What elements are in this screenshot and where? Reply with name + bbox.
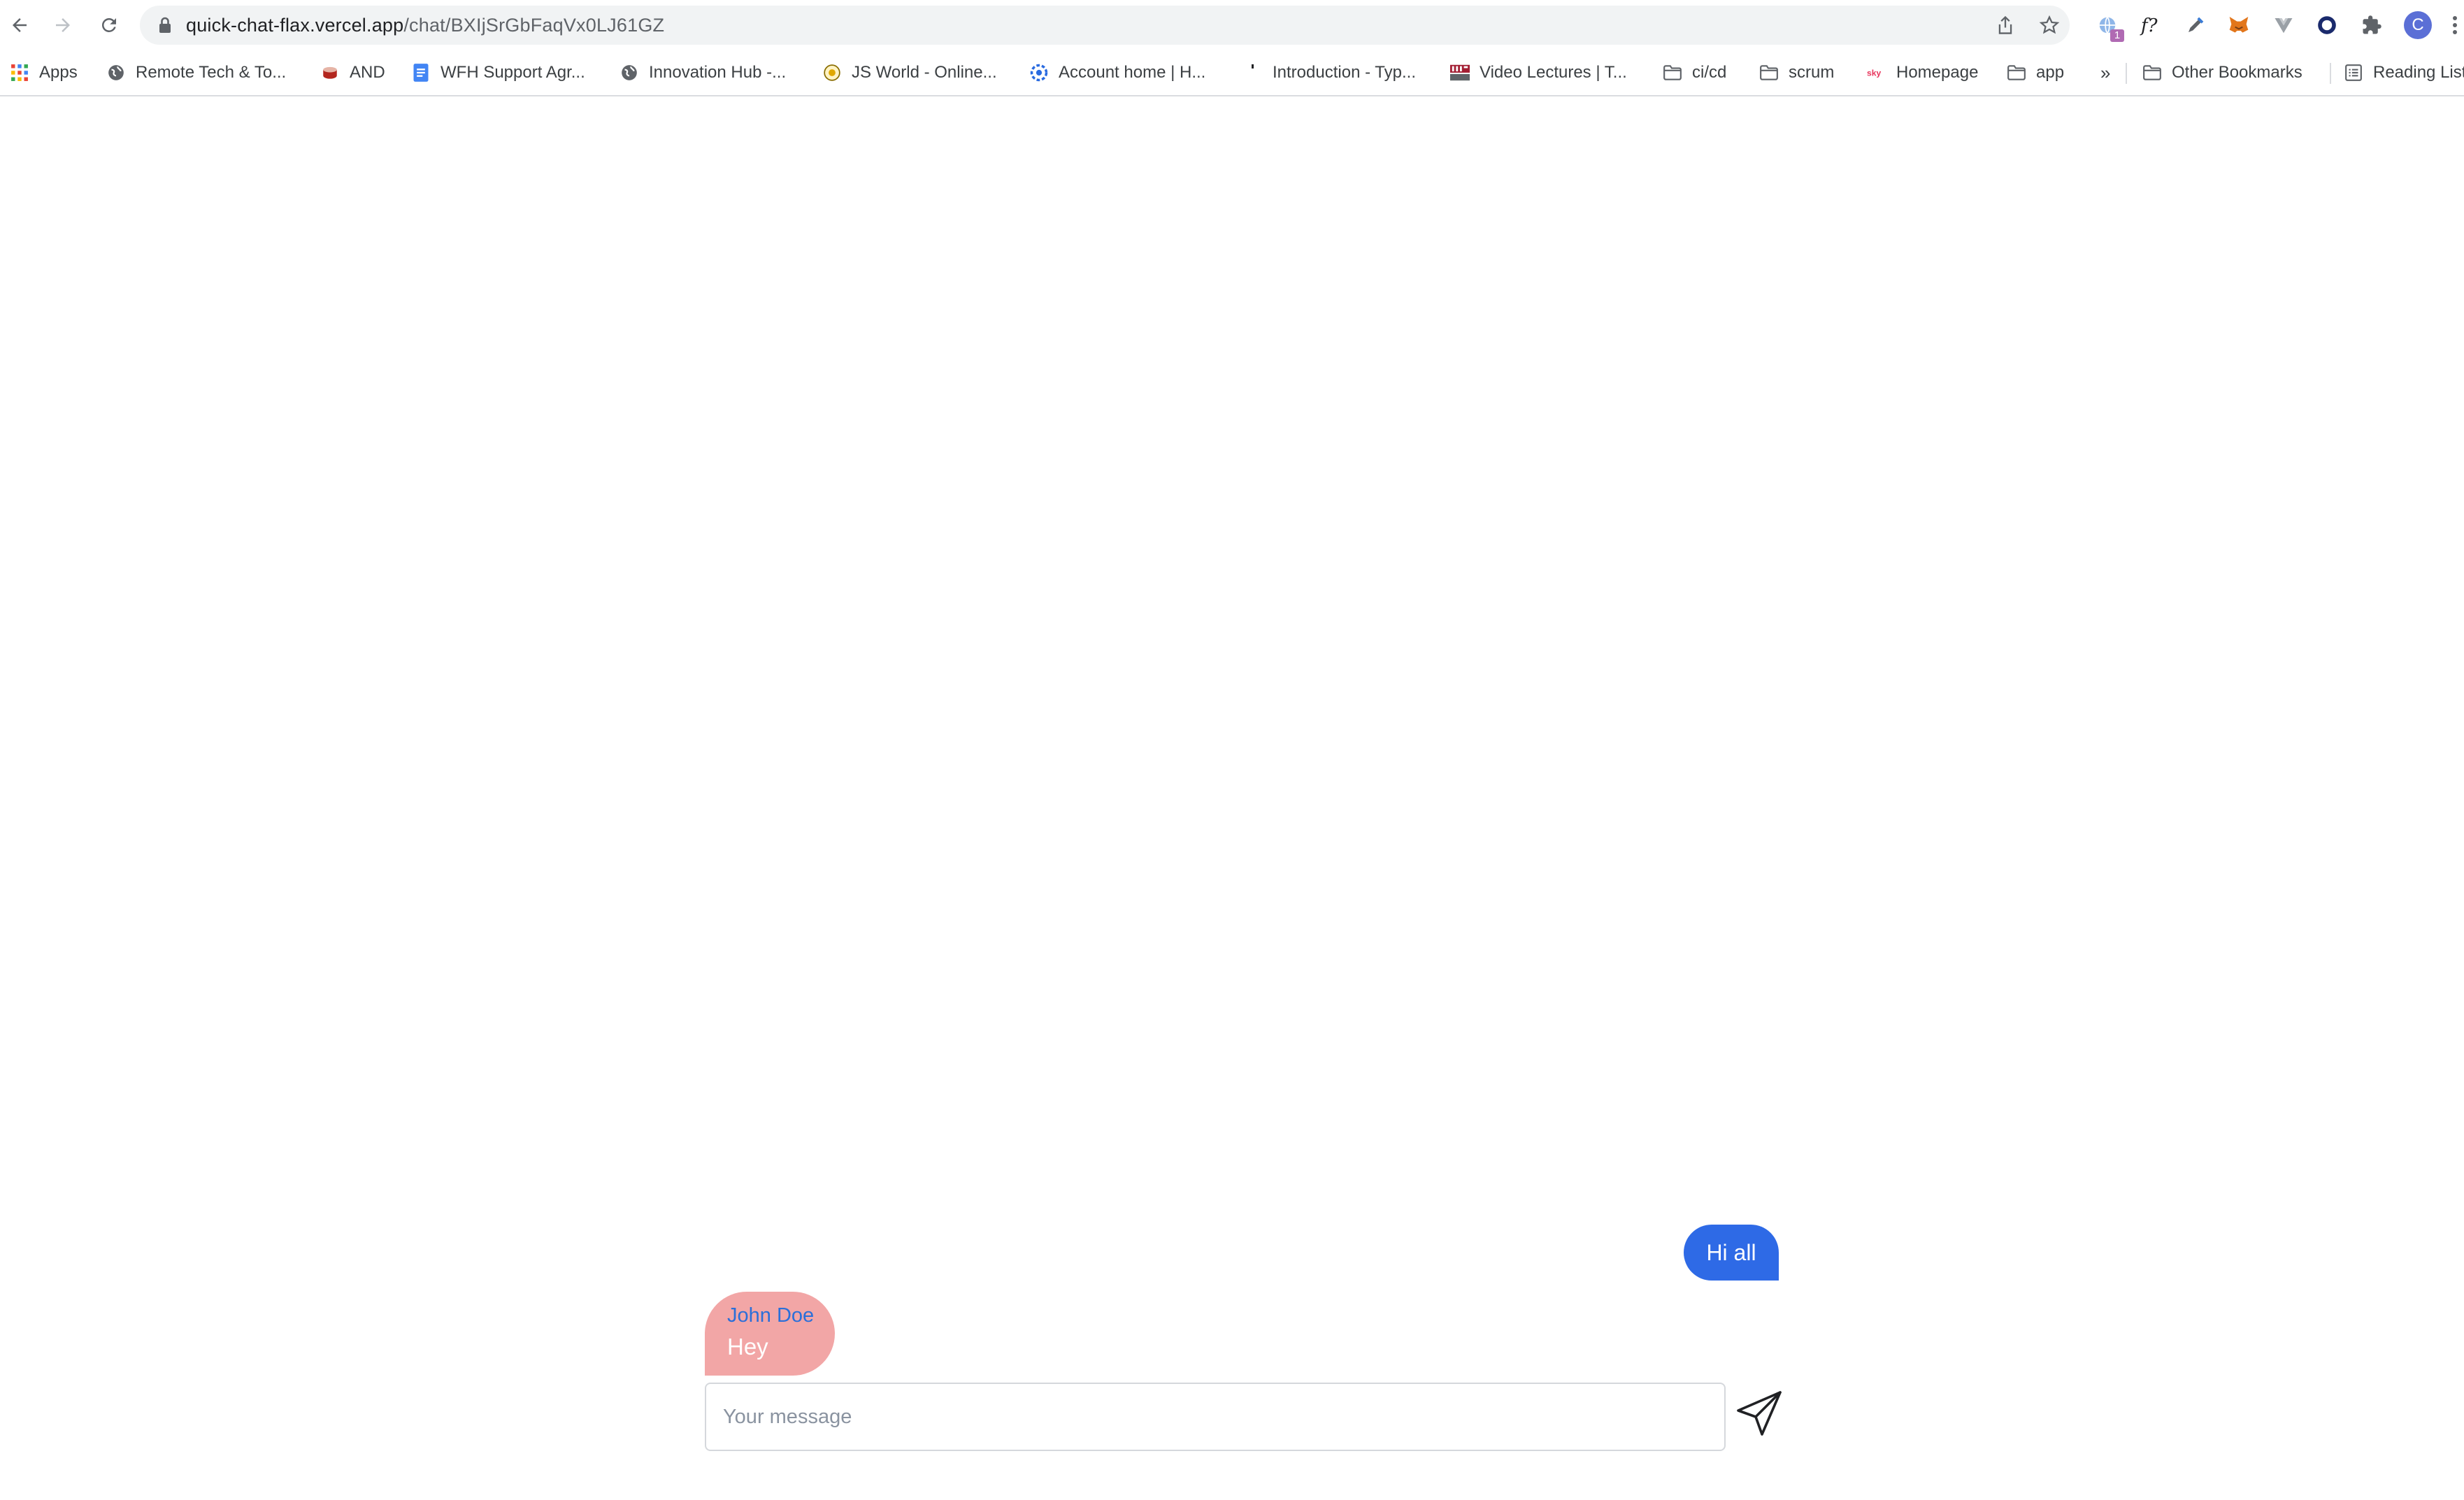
doc-icon	[411, 63, 431, 82]
bookmark-label: Introduction - Typ...	[1273, 63, 1416, 82]
bookmark-account-home[interactable]: Account home | H...	[1029, 60, 1205, 85]
extension-fx-icon[interactable]: f?	[2135, 10, 2166, 41]
other-bookmarks-folder[interactable]: Other Bookmarks	[2142, 60, 2302, 85]
apps-grid-icon	[10, 63, 29, 82]
bookmark-label: AND	[350, 63, 385, 82]
folder-icon	[2142, 63, 2162, 82]
extension-vue-icon[interactable]	[2268, 10, 2299, 41]
bookmark-homepage[interactable]: sky Homepage	[1867, 60, 1978, 85]
browser-toolbar: quick-chat-flax.vercel.app/chat/BXIjSrGb…	[0, 0, 2464, 50]
message-text: Hey	[727, 1334, 768, 1360]
svg-text:f?: f?	[2140, 15, 2158, 36]
svg-text:sky: sky	[1867, 68, 1881, 78]
reload-button[interactable]	[92, 8, 126, 42]
reading-list-button[interactable]: Reading List	[2344, 60, 2464, 85]
extension-ring-icon[interactable]	[2312, 10, 2342, 41]
more-bookmarks-chevron: »	[2100, 62, 2111, 83]
back-button[interactable]	[3, 8, 36, 42]
send-icon	[1737, 1391, 1782, 1436]
bookmark-remote-tech[interactable]: Remote Tech & To...	[106, 60, 286, 85]
lock-icon	[157, 15, 173, 38]
bookmark-label: Homepage	[1896, 63, 1979, 82]
bookmark-label: Apps	[39, 63, 78, 82]
profile-avatar[interactable]: C	[2402, 10, 2433, 41]
forward-button[interactable]	[46, 8, 80, 42]
folder-icon	[1663, 63, 1682, 82]
more-bookmarks-button[interactable]: »	[2100, 60, 2110, 85]
extension-metamask-fox-icon[interactable]	[2223, 10, 2254, 41]
bookmark-wfh-support[interactable]: WFH Support Agr...	[411, 60, 585, 85]
swirl-icon	[1029, 63, 1049, 82]
arrow-left-icon	[13, 18, 27, 32]
bookmark-label: WFH Support Agr...	[440, 63, 585, 82]
sky-icon: sky	[1867, 63, 1886, 82]
menu-kebab-icon[interactable]	[2446, 10, 2464, 41]
outgoing-message-bubble: Hi all	[1684, 1225, 1779, 1281]
bookmark-video-lectures[interactable]: Video Lectures | T...	[1450, 60, 1627, 85]
bookmark-and[interactable]: AND	[320, 60, 385, 85]
reading-list-label: Reading List	[2373, 63, 2464, 82]
profile-initial: C	[2404, 11, 2432, 39]
folder-icon	[2007, 63, 2026, 82]
bookmark-label: Account home | H...	[1059, 63, 1206, 82]
incoming-message-bubble: John Doe Hey	[705, 1292, 835, 1376]
extension-eyedropper-icon[interactable]	[2180, 10, 2211, 41]
message-text: Hi all	[1706, 1240, 1756, 1265]
bookmark-js-world[interactable]: JS World - Online...	[822, 60, 997, 85]
url-path: /chat/BXIjSrGbFaqVx0LJ61GZ	[403, 15, 665, 36]
mit-icon	[1450, 63, 1470, 82]
bookmark-label: app	[2036, 63, 2065, 82]
extension-badge: 1	[2110, 29, 2124, 42]
extension-globe-icon[interactable]: 1	[2092, 10, 2124, 42]
send-button[interactable]	[1733, 1385, 1786, 1441]
message-input[interactable]	[705, 1383, 1726, 1451]
drum-icon	[320, 63, 340, 82]
bookmark-label: Remote Tech & To...	[136, 63, 287, 82]
bookmark-label: Innovation Hub -...	[649, 63, 787, 82]
bookmark-apps[interactable]: Apps	[10, 60, 78, 85]
reading-list-icon	[2344, 63, 2363, 82]
reload-icon	[101, 17, 116, 32]
bookmark-label: JS World - Online...	[852, 63, 997, 82]
bookmark-folder-cicd[interactable]: ci/cd	[1663, 60, 1726, 85]
js-world-icon	[822, 63, 842, 82]
url-host: quick-chat-flax.vercel.app	[186, 15, 404, 36]
bookmarks-bar: Apps Remote Tech & To... AND WFH Support…	[0, 50, 2464, 96]
other-bookmarks-label: Other Bookmarks	[2172, 63, 2302, 82]
bookmark-label: ci/cd	[1692, 63, 1727, 82]
globe-icon	[619, 63, 639, 82]
blank-icon	[1243, 63, 1263, 82]
globe-icon	[106, 63, 126, 82]
bookmark-introduction[interactable]: Introduction - Typ...	[1243, 60, 1416, 85]
bookmark-label: scrum	[1789, 63, 1835, 82]
message-sender-name: John Doe	[727, 1304, 815, 1327]
bookmarks-divider	[2126, 63, 2127, 84]
address-bar[interactable]: quick-chat-flax.vercel.app/chat/BXIjSrGb…	[140, 6, 2070, 45]
bookmarks-divider	[2330, 63, 2331, 84]
bookmark-label: Video Lectures | T...	[1480, 63, 1627, 82]
extensions-puzzle-icon[interactable]	[2356, 10, 2387, 41]
star-bookmark-icon[interactable]	[2037, 13, 2062, 38]
url-text: quick-chat-flax.vercel.app/chat/BXIjSrGb…	[186, 15, 664, 35]
bookmark-folder-app[interactable]: app	[2007, 60, 2064, 85]
folder-icon	[1759, 63, 1779, 82]
bookmark-innovation-hub[interactable]: Innovation Hub -...	[619, 60, 786, 85]
arrow-right-icon	[56, 18, 70, 32]
share-icon[interactable]	[1993, 13, 2018, 38]
bookmark-folder-scrum[interactable]: scrum	[1759, 60, 1834, 85]
